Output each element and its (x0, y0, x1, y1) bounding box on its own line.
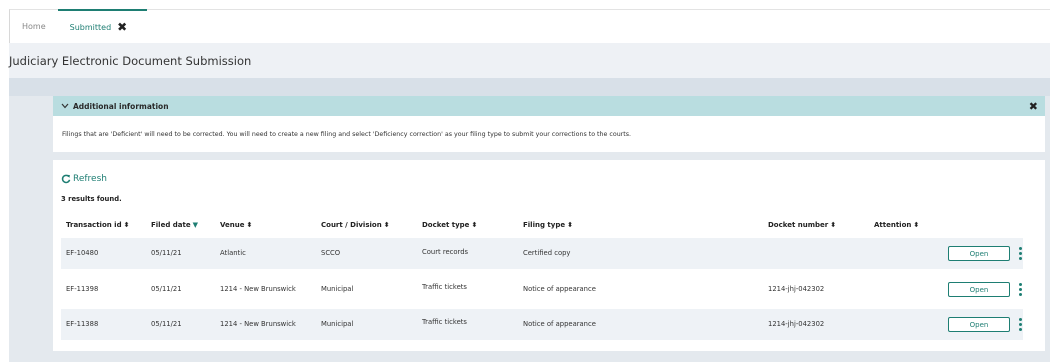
column-label: Filing type (523, 221, 566, 229)
sort-descending-icon: ▼ (192, 221, 198, 229)
column-header-filed-date[interactable]: Filed date ▼ (151, 221, 198, 229)
info-panel-header[interactable]: Additional information ✖ (53, 96, 1045, 116)
column-label: Court / Division (321, 221, 382, 229)
column-header-venue[interactable]: Venue ⬍ (220, 221, 252, 229)
tab-submitted-label: Submitted (69, 22, 112, 32)
cell-filed-date: 05/11/21 (151, 320, 182, 328)
column-label: Docket type (422, 221, 470, 229)
open-button[interactable]: Open (948, 282, 1010, 297)
page-title: Judiciary Electronic Document Submission (9, 53, 252, 68)
tab-bar: Home Submitted ✖ (9, 9, 1050, 43)
info-panel-body: Filings that are 'Deficient' will need t… (53, 116, 1045, 152)
open-button[interactable]: Open (948, 317, 1010, 332)
cell-filed-date: 05/11/21 (151, 285, 182, 293)
close-icon[interactable]: ✖ (1029, 100, 1038, 113)
cell-court: Municipal (321, 320, 354, 328)
open-button[interactable]: Open (948, 246, 1010, 261)
sort-icon: ⬍ (383, 221, 390, 229)
cell-filed-date: 05/11/21 (151, 249, 182, 257)
header-band (9, 78, 1050, 96)
info-panel-title: Additional information (73, 101, 169, 111)
cell-transaction-id: EF-10480 (66, 249, 99, 257)
cell-docket-type: Court records (422, 248, 469, 256)
cell-docket-number: 1214-jhj-042302 (768, 285, 825, 293)
more-options-icon[interactable] (1017, 246, 1023, 261)
tab-home-label: Home (22, 21, 46, 31)
cell-docket-type: Traffic tickets (422, 283, 467, 291)
cell-transaction-id: EF-11388 (66, 320, 99, 328)
column-header-transaction-id[interactable]: Transaction id ⬍ (66, 221, 129, 229)
sort-icon: ⬍ (471, 221, 478, 229)
sort-icon: ⬍ (913, 221, 920, 229)
column-header-court-division[interactable]: Court / Division ⬍ (321, 221, 390, 229)
table-row[interactable]: EF-10480 05/11/21 Atlantic SCCO Court re… (61, 238, 1023, 269)
cell-docket-type: Traffic tickets (422, 318, 467, 326)
title-bar: Judiciary Electronic Document Submission (9, 43, 1050, 78)
tab-home[interactable]: Home (10, 9, 58, 43)
results-panel: Refresh 3 results found. Transaction id ⬍… (53, 160, 1045, 351)
column-label: Venue (220, 221, 245, 229)
cell-filing-type: Notice of appearance (523, 320, 596, 328)
sort-icon: ⬍ (123, 221, 130, 229)
refresh-label: Refresh (73, 174, 107, 184)
close-icon[interactable]: ✖ (117, 21, 127, 33)
column-label: Attention (874, 221, 912, 229)
info-panel-text: Filings that are 'Deficient' will need t… (62, 130, 632, 138)
column-label: Transaction id (66, 221, 122, 229)
sort-icon: ⬍ (567, 221, 573, 229)
cell-filing-type: Notice of appearance (523, 285, 596, 293)
cell-filing-type: Certified copy (523, 249, 571, 257)
chevron-down-icon[interactable] (61, 102, 69, 111)
tab-submitted[interactable]: Submitted ✖ (57, 9, 148, 43)
cell-court: Municipal (321, 285, 354, 293)
more-options-icon[interactable] (1017, 317, 1023, 332)
cell-transaction-id: EF-11398 (66, 285, 99, 293)
table-row[interactable]: EF-11398 05/11/21 1214 - New Brunswick M… (61, 274, 1023, 305)
column-label: Filed date (151, 221, 191, 229)
sort-icon: ⬍ (830, 221, 837, 229)
cell-venue: 1214 - New Brunswick (220, 285, 296, 293)
cell-venue: 1214 - New Brunswick (220, 320, 296, 328)
table-row[interactable]: EF-11388 05/11/21 1214 - New Brunswick M… (61, 309, 1023, 340)
column-header-attention[interactable]: Attention ⬍ (874, 221, 919, 229)
results-count: 3 results found. (61, 195, 122, 203)
cell-court: SCCO (321, 249, 341, 257)
column-header-filing-type[interactable]: Filing type ⬍ (523, 221, 573, 229)
column-label: Docket number (768, 221, 829, 229)
sort-icon: ⬍ (246, 221, 253, 229)
cell-docket-number: 1214-jhj-042302 (768, 320, 825, 328)
more-options-icon[interactable] (1017, 282, 1023, 297)
refresh-icon (61, 174, 71, 184)
cell-venue: Atlantic (220, 249, 246, 257)
column-header-docket-number[interactable]: Docket number ⬍ (768, 221, 836, 229)
column-header-docket-type[interactable]: Docket type ⬍ (422, 221, 477, 229)
refresh-button[interactable]: Refresh (61, 174, 107, 184)
